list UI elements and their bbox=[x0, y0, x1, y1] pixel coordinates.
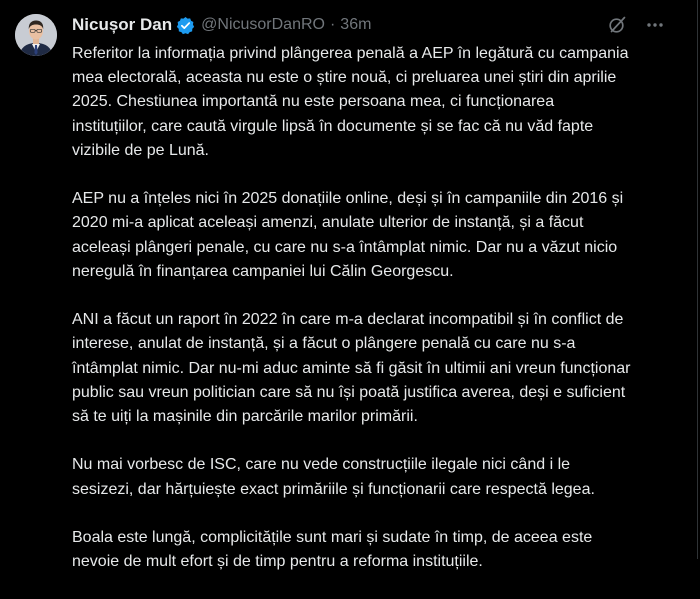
tweet-paragraph: ANI a făcut un raport în 2022 în care m-… bbox=[72, 311, 631, 426]
tweet-actions bbox=[606, 14, 666, 36]
column-divider bbox=[697, 0, 698, 559]
tweet-paragraph: Referitor la informația privind plângere… bbox=[72, 45, 629, 159]
avatar[interactable] bbox=[15, 14, 57, 56]
tweet-paragraph: Boala este lungă, complicitățile sunt ma… bbox=[72, 529, 593, 571]
tweet-paragraph: Nu mai vorbesc de ISC, care nu vede cons… bbox=[72, 456, 595, 498]
tweet-paragraph: AEP nu a înțeles nici în 2025 donațiile … bbox=[72, 190, 624, 280]
timestamp[interactable]: 36m bbox=[340, 16, 371, 34]
header-separator: · bbox=[329, 16, 336, 33]
grok-icon[interactable] bbox=[606, 14, 628, 36]
display-name[interactable]: Nicușor Dan bbox=[72, 15, 172, 35]
user-handle[interactable]: @NicusorDanRO bbox=[201, 16, 325, 34]
portrait-avatar-icon bbox=[15, 14, 57, 56]
tweet-body: Referitor la informația privind plângere… bbox=[72, 42, 632, 599]
more-options-icon[interactable] bbox=[644, 14, 666, 36]
verified-badge-icon[interactable] bbox=[176, 16, 195, 35]
tweet: Nicușor Dan @NicusorDanRO · 36m Referito… bbox=[0, 0, 700, 570]
tweet-header: Nicușor Dan @NicusorDanRO · 36m bbox=[72, 13, 371, 37]
